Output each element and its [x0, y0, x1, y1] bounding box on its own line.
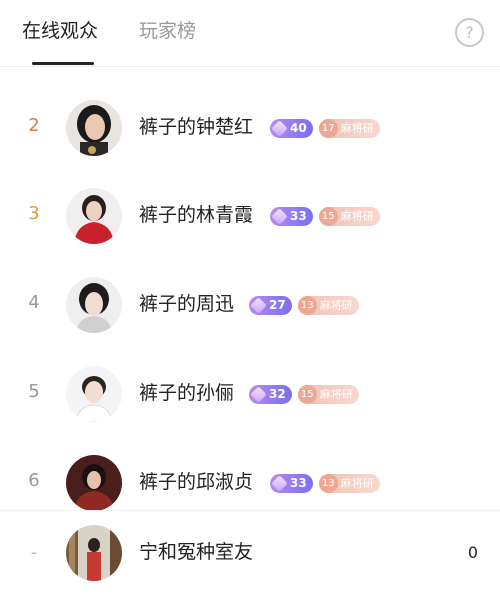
avatar[interactable]	[66, 188, 122, 244]
avatar[interactable]	[66, 366, 122, 422]
fan-level: 13	[318, 473, 338, 493]
gem-icon	[271, 474, 288, 492]
badges: 33 13 麻将研	[270, 473, 380, 493]
list-item[interactable]: 3 裤子的林青霞 33 15 麻将研	[0, 181, 500, 251]
fan-label: 麻将研	[319, 299, 353, 312]
level-badge: 27	[249, 295, 292, 315]
user-name: 裤子的林青霞	[139, 204, 254, 226]
user-name: 裤子的邱淑贞	[139, 471, 254, 493]
badges: 27 13 麻将研	[249, 295, 359, 315]
avatar[interactable]	[66, 100, 122, 156]
user-name: 裤子的周迅	[139, 293, 235, 315]
tab-player-ranking[interactable]: 玩家榜	[139, 18, 196, 44]
rank-number: 6	[28, 470, 40, 491]
fan-level: 13	[297, 295, 317, 315]
fan-badge: 15 麻将研	[297, 384, 359, 404]
my-rank-bar: - 宁和冤种室友 0	[0, 510, 500, 595]
active-tab-indicator	[32, 62, 94, 65]
my-name: 宁和冤种室友	[139, 541, 254, 563]
list-item[interactable]: 2 裤子的钟楚红 40 17 麻将研	[0, 93, 500, 163]
list-item[interactable]: 6 裤子的邱淑贞 33 13 麻将研	[0, 448, 500, 518]
user-name: 裤子的钟楚红	[139, 116, 254, 138]
level-badge: 32	[249, 384, 292, 404]
fan-level: 15	[318, 206, 338, 226]
rank-number: 3	[28, 203, 40, 224]
list-item[interactable]: 5 裤子的孙俪 32 15 麻将研	[0, 359, 500, 429]
my-avatar[interactable]	[66, 525, 122, 581]
gem-icon	[250, 385, 267, 403]
gem-icon	[271, 207, 288, 225]
rank-number: 4	[28, 292, 40, 313]
tab-bar: 在线观众 玩家榜 ?	[0, 0, 500, 67]
my-score: 0	[467, 543, 478, 562]
fan-level: 15	[297, 384, 317, 404]
fan-badge: 17 麻将研	[318, 118, 380, 138]
gem-icon	[250, 296, 267, 314]
badges: 32 15 麻将研	[249, 384, 359, 404]
avatar[interactable]	[66, 277, 122, 333]
level-value: 27	[269, 298, 286, 312]
my-rank: -	[30, 542, 38, 563]
level-value: 32	[269, 387, 286, 401]
level-badge: 33	[270, 473, 313, 493]
rank-number: 2	[28, 115, 40, 136]
badges: 33 15 麻将研	[270, 206, 380, 226]
level-value: 40	[290, 121, 307, 135]
fan-label: 麻将研	[340, 210, 374, 223]
level-value: 33	[290, 209, 307, 223]
list-item[interactable]: 4 裤子的周迅 27 13 麻将研	[0, 270, 500, 340]
gem-icon	[271, 119, 288, 137]
fan-label: 麻将研	[340, 122, 374, 135]
badges: 40 17 麻将研	[270, 118, 380, 138]
rank-number: 5	[28, 381, 40, 402]
fan-badge: 13 麻将研	[318, 473, 380, 493]
level-value: 33	[290, 476, 307, 490]
tab-online-audience[interactable]: 在线观众	[22, 18, 98, 44]
fan-label: 麻将研	[340, 477, 374, 490]
fan-label: 麻将研	[319, 388, 353, 401]
user-name: 裤子的孙俪	[139, 382, 235, 404]
avatar[interactable]	[66, 455, 122, 511]
fan-level: 17	[318, 118, 338, 138]
level-badge: 33	[270, 206, 313, 226]
level-badge: 40	[270, 118, 313, 138]
help-icon[interactable]: ?	[455, 18, 484, 47]
fan-badge: 15 麻将研	[318, 206, 380, 226]
fan-badge: 13 麻将研	[297, 295, 359, 315]
